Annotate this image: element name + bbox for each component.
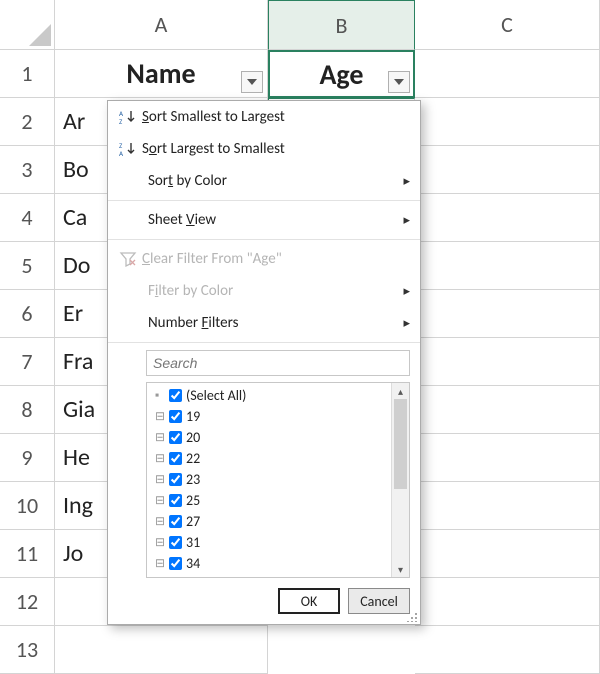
checkbox[interactable]	[169, 452, 182, 465]
menu-label: Number Filters	[148, 314, 410, 332]
row-header[interactable]: 8	[0, 386, 55, 434]
filter-item-label: 22	[186, 450, 200, 467]
svg-text:A: A	[119, 149, 124, 158]
menu-separator	[108, 342, 420, 343]
scroll-thumb[interactable]	[394, 399, 407, 489]
scroll-up-icon[interactable]: ▴	[392, 383, 409, 399]
menu-label: Sort Largest to Smallest	[142, 140, 410, 158]
cell-A1[interactable]: Name	[55, 50, 268, 98]
filter-item[interactable]: ⊟22	[149, 448, 389, 469]
menu-sort-desc[interactable]: ZA Sort Largest to Smallest	[108, 133, 420, 165]
column-header-B[interactable]: B	[268, 0, 415, 50]
cancel-button[interactable]: Cancel	[348, 588, 410, 614]
filter-item[interactable]: ⊟19	[149, 406, 389, 427]
cell-C6[interactable]	[415, 290, 600, 338]
filter-values-list: ▪(Select All) ⊟19 ⊟20 ⊟22 ⊟23 ⊟25 ⊟27 ⊟3…	[146, 382, 410, 578]
column-header-A[interactable]: A	[55, 0, 268, 50]
filter-item[interactable]: ⊟20	[149, 427, 389, 448]
filter-button-name[interactable]	[241, 71, 263, 93]
menu-sort-asc[interactable]: AZ Sort Smallest to Largest	[108, 101, 420, 133]
clear-filter-icon	[114, 250, 142, 268]
cell-C2[interactable]	[415, 98, 600, 146]
menu-sort-by-color[interactable]: Sort by Color	[108, 165, 420, 197]
filter-item-label: 20	[186, 429, 200, 446]
menu-label: Filter by Color	[148, 282, 410, 300]
sort-desc-icon: ZA	[114, 140, 142, 158]
cell-C11[interactable]	[415, 530, 600, 578]
checkbox[interactable]	[169, 473, 182, 486]
cell-A13[interactable]	[55, 626, 268, 674]
menu-label: Sheet View	[148, 211, 410, 229]
cell-C5[interactable]	[415, 242, 600, 290]
row-header[interactable]: 9	[0, 434, 55, 482]
select-all-triangle[interactable]	[0, 0, 55, 50]
filter-item[interactable]: ⊟23	[149, 469, 389, 490]
column-header-C[interactable]: C	[415, 0, 600, 50]
header-name: Name	[126, 56, 195, 91]
cell-C7[interactable]	[415, 338, 600, 386]
menu-label: Sort Smallest to Largest	[142, 108, 410, 126]
filter-item-select-all[interactable]: ▪(Select All)	[149, 385, 389, 406]
checkbox[interactable]	[169, 410, 182, 423]
cell-C4[interactable]	[415, 194, 600, 242]
checkbox[interactable]	[169, 431, 182, 444]
checkbox[interactable]	[169, 536, 182, 549]
cell-B1[interactable]: Age	[268, 50, 415, 98]
filter-item-label: (Select All)	[186, 387, 246, 404]
checkbox[interactable]	[169, 494, 182, 507]
header-age: Age	[319, 57, 363, 92]
filter-item-label: 23	[186, 471, 200, 488]
row-header[interactable]: 12	[0, 578, 55, 626]
row-header[interactable]: 1	[0, 50, 55, 98]
filter-item-label: 19	[186, 408, 200, 425]
filter-item[interactable]: ⊟25	[149, 490, 389, 511]
row-header[interactable]: 13	[0, 626, 55, 674]
cell-C9[interactable]	[415, 434, 600, 482]
cell-C1[interactable]	[415, 50, 600, 98]
checkbox[interactable]	[169, 515, 182, 528]
cell-C3[interactable]	[415, 146, 600, 194]
cell-C8[interactable]	[415, 386, 600, 434]
checkbox[interactable]	[169, 557, 182, 570]
menu-sheet-view[interactable]: Sheet View	[108, 204, 420, 236]
filter-item[interactable]: ⊟34	[149, 553, 389, 574]
row-header[interactable]: 3	[0, 146, 55, 194]
menu-separator	[108, 200, 420, 201]
filter-scrollbar[interactable]: ▴ ▾	[391, 383, 409, 577]
filter-item[interactable]: ⊟31	[149, 532, 389, 553]
row-header[interactable]: 7	[0, 338, 55, 386]
menu-filter-by-color: Filter by Color	[108, 275, 420, 307]
sort-asc-icon: AZ	[114, 108, 142, 126]
autofilter-menu: AZ Sort Smallest to Largest ZA Sort Larg…	[107, 100, 421, 625]
filter-search-input[interactable]	[146, 350, 410, 376]
filter-item-label: 27	[186, 513, 200, 530]
filter-item-label: 31	[186, 534, 200, 551]
cell-C13[interactable]	[415, 626, 600, 674]
filter-item[interactable]: ⊟27	[149, 511, 389, 532]
scroll-down-icon[interactable]: ▾	[392, 561, 409, 577]
checkbox[interactable]	[169, 389, 182, 402]
filter-item-label: 34	[186, 555, 200, 572]
row-header[interactable]: 4	[0, 194, 55, 242]
svg-text:Z: Z	[119, 117, 123, 126]
row-header[interactable]: 11	[0, 530, 55, 578]
resize-grip-icon[interactable]	[406, 610, 418, 622]
menu-label: Sort by Color	[148, 172, 410, 190]
filter-item-label: 25	[186, 492, 200, 509]
menu-clear-filter: Clear Filter From "Age"	[108, 243, 420, 275]
row-header[interactable]: 6	[0, 290, 55, 338]
row-header[interactable]: 2	[0, 98, 55, 146]
row-header[interactable]: 10	[0, 482, 55, 530]
menu-number-filters[interactable]: Number Filters	[108, 307, 420, 339]
cell-C12[interactable]	[415, 578, 600, 626]
menu-label: Clear Filter From "Age"	[142, 250, 410, 268]
cell-C10[interactable]	[415, 482, 600, 530]
ok-button[interactable]: OK	[278, 588, 340, 614]
row-header[interactable]: 5	[0, 242, 55, 290]
menu-separator	[108, 239, 420, 240]
filter-button-age[interactable]	[388, 71, 410, 93]
